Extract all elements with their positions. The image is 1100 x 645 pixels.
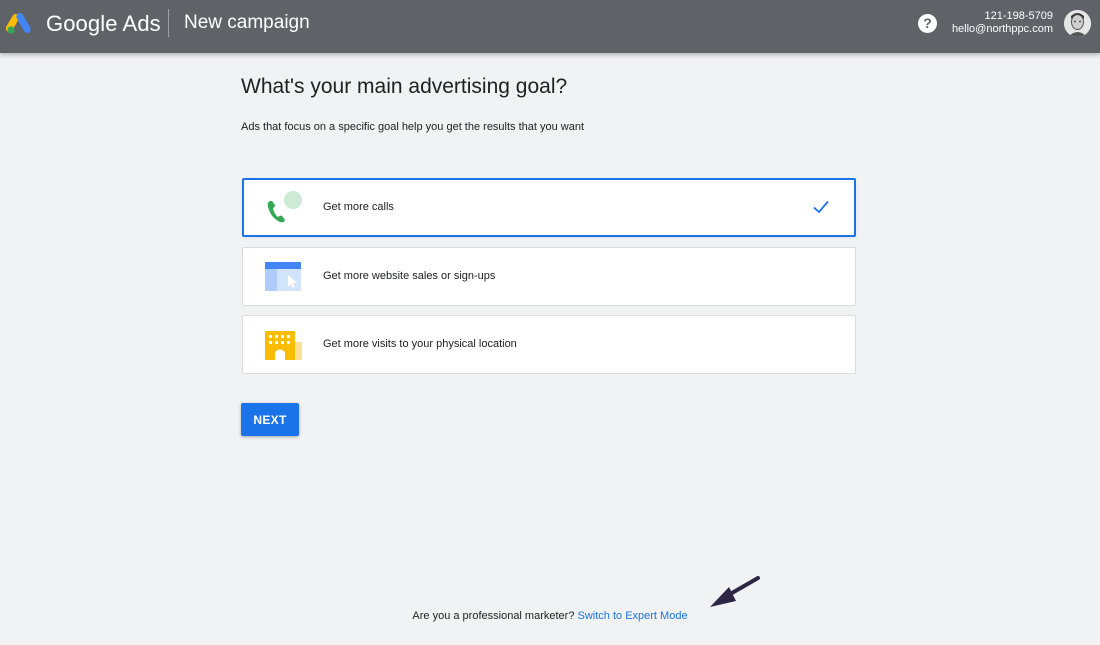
phone-call-icon [267, 191, 302, 223]
page-title: New campaign [184, 12, 310, 33]
footer-question: Are you a professional marketer? [412, 610, 575, 622]
header-divider [168, 9, 169, 37]
brand-name[interactable]: Google Ads [46, 11, 161, 37]
next-button[interactable]: NEXT [241, 403, 299, 436]
page-heading: What's your main advertising goal? [241, 75, 568, 98]
account-phone: 121-198-5709 [984, 10, 1053, 22]
avatar-portrait-icon [1064, 10, 1091, 37]
check-icon [813, 200, 829, 214]
top-app-bar: Google Ads New campaign ? 121-198-5709 h… [0, 0, 1100, 53]
store-building-icon [265, 331, 302, 360]
goal-label: Get more calls [323, 201, 394, 213]
goal-label: Get more website sales or sign-ups [323, 270, 496, 282]
goal-label: Get more visits to your physical locatio… [323, 338, 517, 350]
page-subheading: Ads that focus on a specific goal help y… [241, 121, 585, 133]
goal-option-location[interactable]: Get more visits to your physical locatio… [242, 315, 856, 374]
goal-option-website[interactable]: Get more website sales or sign-ups [242, 247, 856, 306]
account-email: hello@northppc.com [951, 23, 1053, 35]
annotation-arrow-icon [710, 576, 760, 607]
goal-option-calls[interactable]: Get more calls [242, 178, 856, 237]
footer-expert-mode: Are you a professional marketer? Switch … [0, 610, 1100, 622]
help-icon[interactable]: ? [918, 14, 937, 33]
google-ads-logo-icon[interactable] [6, 11, 34, 35]
switch-expert-mode-link[interactable]: Switch to Expert Mode [578, 610, 688, 622]
account-info[interactable]: 121-198-5709 hello@northppc.com [952, 10, 1053, 36]
avatar[interactable] [1064, 10, 1091, 37]
website-cursor-icon [265, 262, 301, 291]
